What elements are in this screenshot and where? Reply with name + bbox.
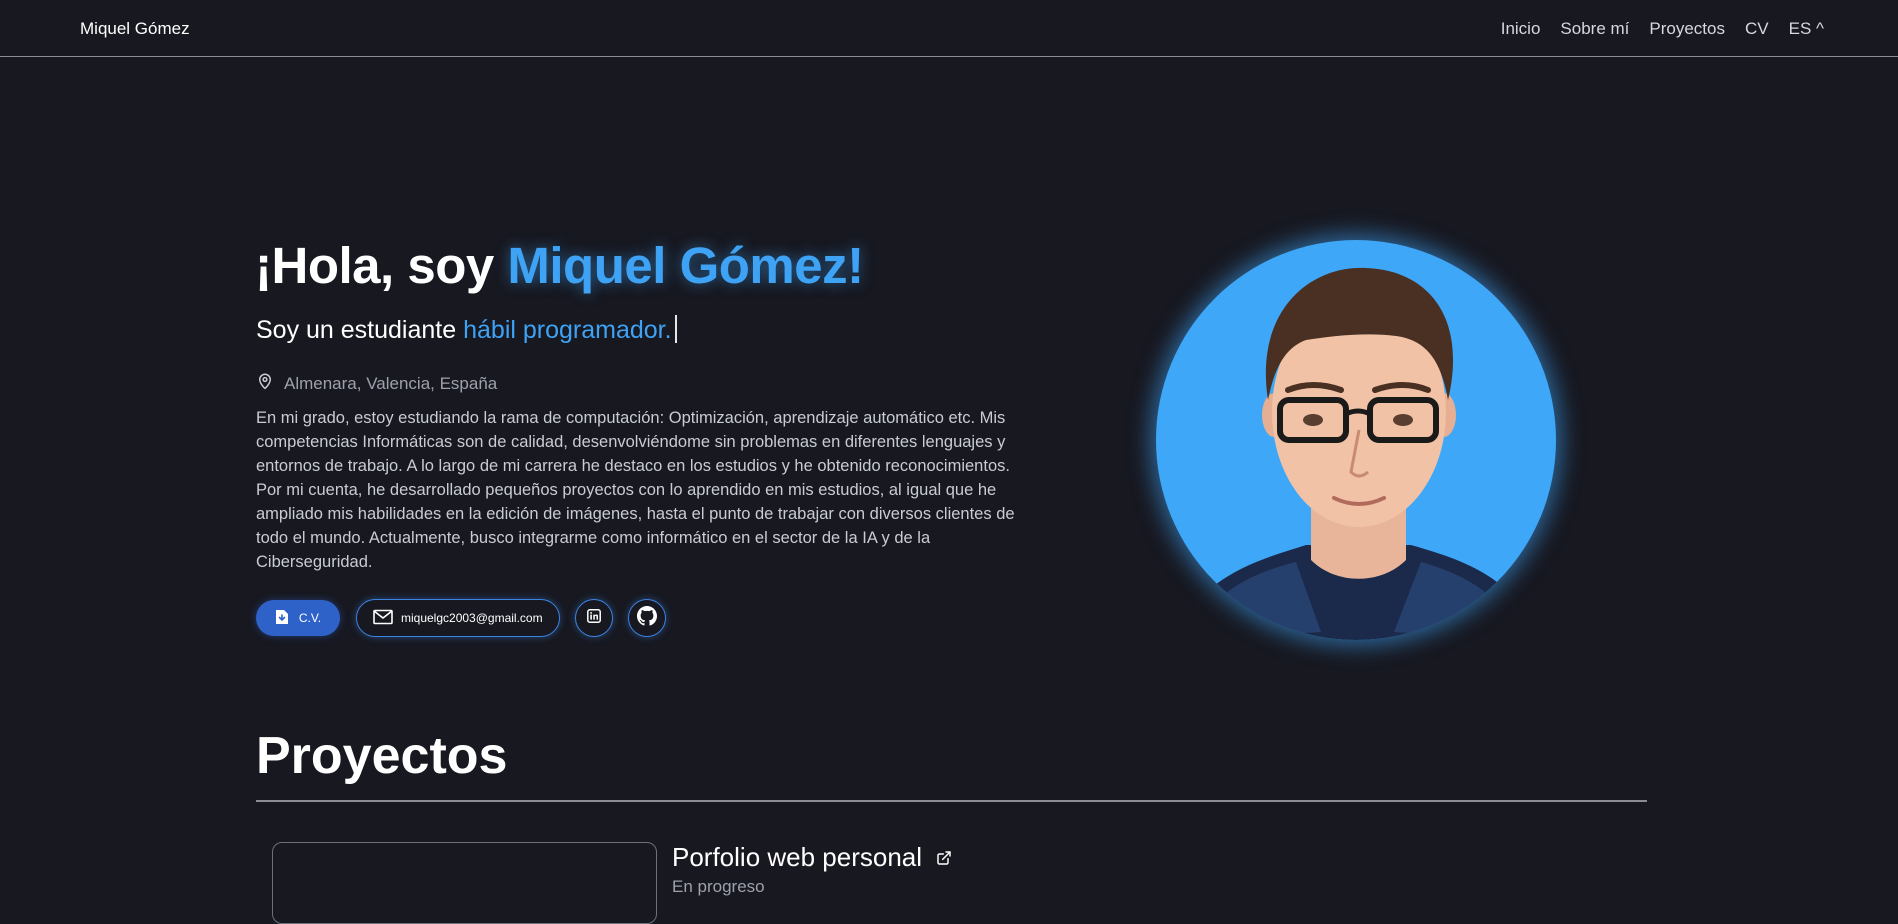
hero-subtitle: Soy un estudiante hábil programador. [256, 315, 677, 345]
brand-link[interactable]: Miquel Gómez [80, 19, 190, 39]
nav-link-cv[interactable]: CV [1745, 19, 1769, 39]
mail-icon [373, 609, 393, 628]
location: Almenara, Valencia, España [256, 372, 497, 395]
nav-link-sobre-mi[interactable]: Sobre mí [1560, 19, 1629, 39]
hero-name: Miquel Gómez! [507, 237, 864, 294]
navbar: Miquel Gómez Inicio Sobre mí Proyectos C… [0, 0, 1898, 57]
cv-download-button[interactable]: C.V. [256, 600, 340, 636]
map-pin-icon [256, 372, 274, 395]
linkedin-icon [586, 608, 601, 628]
typing-caret [674, 315, 677, 343]
project-status: En progreso [672, 877, 765, 896]
linkedin-button[interactable] [574, 599, 613, 637]
cv-button-label: C.V. [298, 611, 322, 625]
section-divider [256, 800, 1647, 802]
email-button[interactable]: miquelgc2003@gmail.com [356, 599, 560, 637]
projects-heading: Proyectos [256, 727, 508, 785]
nav-link-proyectos[interactable]: Proyectos [1649, 19, 1725, 39]
subtitle-typed-text: hábil programador. [463, 316, 672, 344]
project-title-text: Porfolio web personal [672, 842, 923, 872]
language-selector[interactable]: ES ^ [1789, 19, 1824, 39]
github-button[interactable] [627, 599, 666, 637]
project-thumbnail[interactable] [272, 842, 657, 924]
project-title: Porfolio web personal [672, 842, 952, 873]
nav-link-inicio[interactable]: Inicio [1501, 19, 1541, 39]
contact-actions: C.V. miquelgc2003@gmail.com [256, 599, 666, 637]
file-download-icon [275, 609, 289, 628]
external-link-icon[interactable] [936, 842, 952, 873]
bio-text: En mi grado, estoy estudiando la rama de… [256, 409, 1015, 571]
subtitle-prefix: Soy un estudiante [256, 316, 457, 344]
location-text: Almenara, Valencia, España [284, 373, 498, 393]
hero-title: ¡Hola, soy Miquel Gómez! [255, 236, 864, 295]
profile-photo [1156, 240, 1556, 640]
github-icon [636, 605, 657, 631]
email-button-label: miquelgc2003@gmail.com [401, 611, 543, 625]
hero-greeting: ¡Hola, soy [255, 237, 494, 294]
nav-links: Inicio Sobre mí Proyectos CV ES ^ [1501, 19, 1824, 39]
